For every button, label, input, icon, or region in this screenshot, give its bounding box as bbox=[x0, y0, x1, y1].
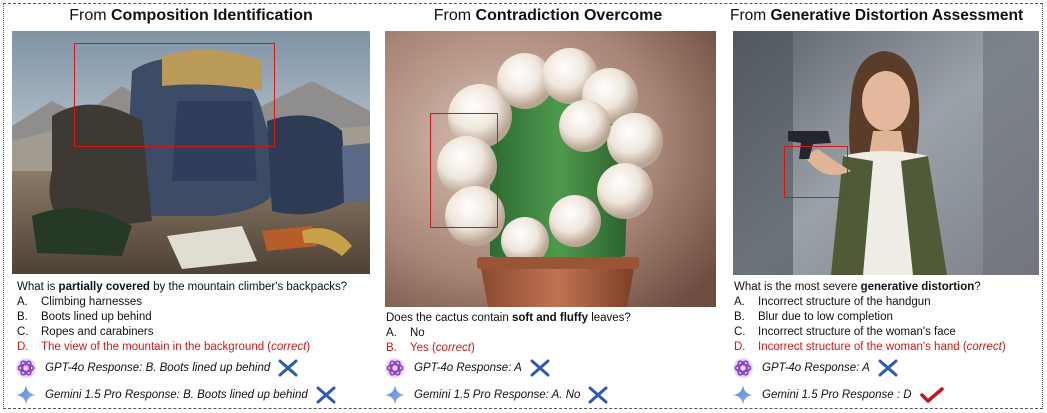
openai-logo-icon bbox=[15, 357, 37, 379]
cross-icon bbox=[278, 359, 298, 377]
question-text: Does the cactus contain soft and fluffy … bbox=[386, 312, 631, 324]
cross-icon bbox=[316, 386, 336, 404]
option-c: C. Ropes and carabiners bbox=[17, 326, 154, 338]
title-bold: Composition Identification bbox=[111, 7, 313, 24]
highlight-box bbox=[784, 146, 848, 198]
panel-title: From Composition Identification bbox=[10, 7, 372, 25]
option-d-correct: D. Incorrect structure of the woman's han… bbox=[734, 341, 1006, 353]
gemini-response: Gemini 1.5 Pro Response : D bbox=[732, 384, 944, 406]
cross-icon bbox=[588, 386, 608, 404]
gpt4o-response: GPT-4o Response: A bbox=[732, 357, 898, 379]
check-icon bbox=[919, 386, 944, 404]
option-d-correct: D. The view of the mountain in the backgr… bbox=[17, 341, 311, 353]
highlight-box bbox=[74, 43, 275, 147]
option-b: B. Boots lined up behind bbox=[17, 311, 152, 323]
gpt4o-response: GPT-4o Response: A bbox=[384, 357, 550, 379]
title-prefix: From bbox=[69, 7, 107, 24]
question-text: What is partially covered by the mountai… bbox=[17, 281, 348, 293]
option-a: A. Climbing harnesses bbox=[17, 296, 142, 308]
highlight-box bbox=[430, 113, 498, 228]
gemini-logo-icon bbox=[384, 384, 406, 406]
gemini-logo-icon bbox=[732, 384, 754, 406]
gemini-response: Gemini 1.5 Pro Response: A. No bbox=[384, 384, 608, 406]
question-text: What is the most severe generative disto… bbox=[734, 281, 981, 293]
option-c: C. Incorrect structure of the woman's fac… bbox=[734, 326, 956, 338]
cross-icon bbox=[878, 359, 898, 377]
openai-logo-icon bbox=[384, 357, 406, 379]
option-a: A. No bbox=[386, 327, 425, 339]
cross-icon bbox=[530, 359, 550, 377]
option-a: A. Incorrect structure of the handgun bbox=[734, 296, 931, 308]
panel-title: From Generative Distortion Assessment bbox=[730, 7, 1024, 24]
gpt4o-response: GPT-4o Response: B. Boots lined up behin… bbox=[15, 357, 298, 379]
gemini-logo-icon bbox=[15, 384, 37, 406]
openai-logo-icon bbox=[732, 357, 754, 379]
woman-photo bbox=[733, 31, 1039, 275]
gemini-response: Gemini 1.5 Pro Response: B. Boots lined … bbox=[15, 384, 336, 406]
panel-title: From Contradiction Overcome bbox=[433, 7, 663, 24]
option-b-correct: B. Yes (correct) bbox=[386, 342, 475, 354]
option-b: B. Blur due to low completion bbox=[734, 311, 893, 323]
